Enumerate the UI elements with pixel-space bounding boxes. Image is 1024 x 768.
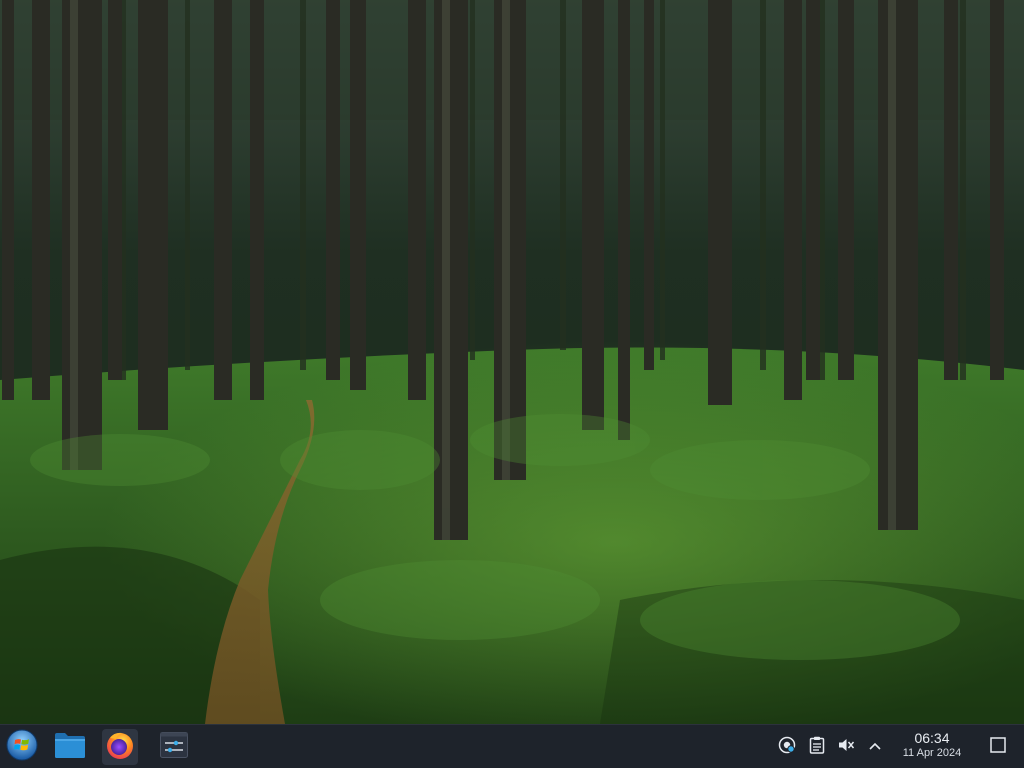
- show-desktop-button[interactable]: [988, 736, 1008, 758]
- taskbar: 06:34 11 Apr 2024: [0, 724, 1024, 768]
- tray-volume-button[interactable]: [836, 737, 856, 757]
- clipboard-icon: [809, 736, 825, 759]
- taskbar-settings-button[interactable]: [156, 729, 192, 765]
- start-orb-icon: [6, 729, 38, 766]
- desktop-wallpaper[interactable]: [0, 0, 1024, 724]
- network-icon: [778, 736, 796, 759]
- forest-wallpaper-image: [0, 0, 1024, 724]
- tray-expand-button[interactable]: [865, 737, 885, 757]
- clock-time: 06:34: [914, 730, 950, 746]
- taskbar-firefox-button[interactable]: [102, 729, 138, 765]
- show-desktop-icon: [990, 736, 1006, 758]
- start-button[interactable]: [4, 729, 40, 765]
- tray-network-button[interactable]: [777, 736, 797, 759]
- tray-clipboard-button[interactable]: [807, 736, 827, 759]
- taskbar-file-manager-button[interactable]: [52, 729, 88, 765]
- settings-sliders-icon: [160, 731, 188, 763]
- chevron-up-icon: [868, 738, 882, 756]
- clock-date: 11 Apr 2024: [902, 747, 962, 759]
- firefox-icon: [104, 729, 136, 766]
- volume-muted-icon: [837, 736, 855, 759]
- system-clock[interactable]: 06:34 11 Apr 2024: [890, 730, 974, 760]
- folder-icon: [54, 731, 86, 764]
